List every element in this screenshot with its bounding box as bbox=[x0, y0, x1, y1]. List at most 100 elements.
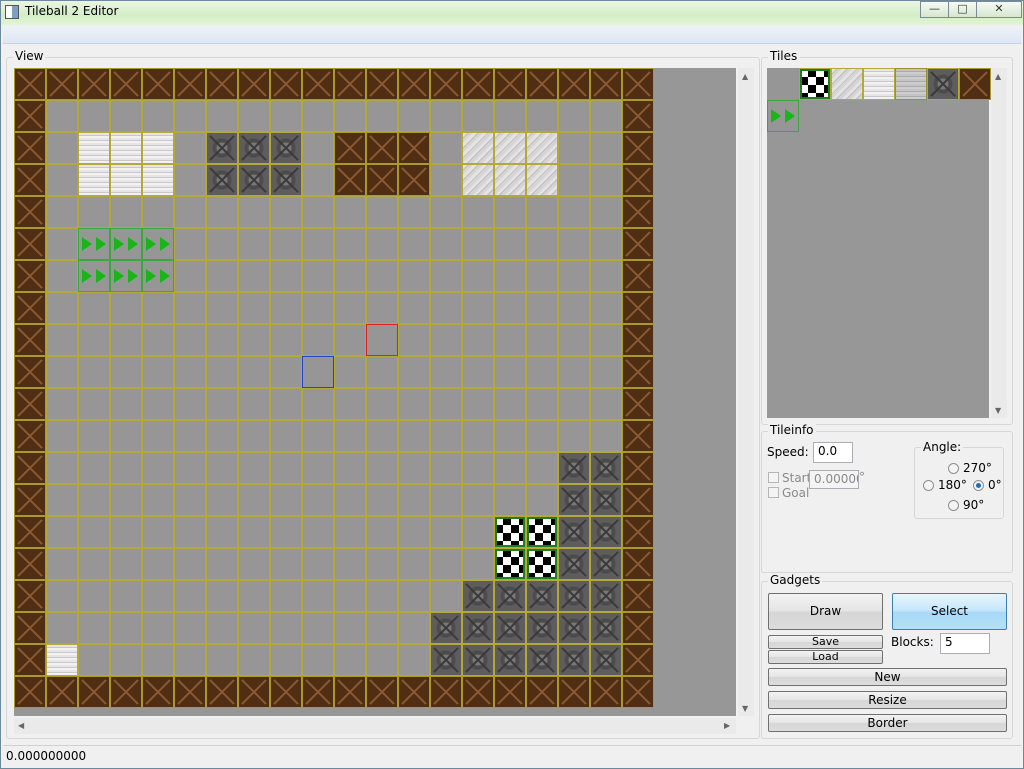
tile-empty[interactable] bbox=[334, 356, 366, 388]
tile-empty[interactable] bbox=[302, 548, 334, 580]
tile-wooden-crate[interactable] bbox=[494, 676, 526, 708]
tile-wooden-crate[interactable] bbox=[206, 676, 238, 708]
tile-wooden-crate[interactable] bbox=[622, 68, 654, 100]
tile-empty[interactable] bbox=[334, 260, 366, 292]
tile-empty[interactable] bbox=[302, 484, 334, 516]
tile-empty[interactable] bbox=[302, 260, 334, 292]
tile-empty[interactable] bbox=[238, 196, 270, 228]
tile-empty[interactable] bbox=[174, 164, 206, 196]
tile-empty[interactable] bbox=[78, 548, 110, 580]
scroll-left-icon[interactable]: ◀ bbox=[18, 721, 24, 730]
tile-empty[interactable] bbox=[110, 356, 142, 388]
tile-empty[interactable] bbox=[206, 100, 238, 132]
tile-empty[interactable] bbox=[206, 420, 238, 452]
tile-metal-block[interactable] bbox=[238, 164, 270, 196]
tile-empty[interactable] bbox=[270, 292, 302, 324]
tile-empty[interactable] bbox=[398, 356, 430, 388]
tile-empty[interactable] bbox=[302, 388, 334, 420]
tile-wooden-crate[interactable] bbox=[110, 68, 142, 100]
tile-checkered-goal[interactable] bbox=[494, 548, 526, 580]
tile-empty[interactable] bbox=[238, 100, 270, 132]
tile-empty[interactable] bbox=[366, 612, 398, 644]
tile-empty[interactable] bbox=[590, 356, 622, 388]
tile-empty[interactable] bbox=[494, 356, 526, 388]
border-button[interactable]: Border bbox=[768, 714, 1007, 732]
tile-empty[interactable] bbox=[174, 484, 206, 516]
tile-wooden-crate[interactable] bbox=[334, 68, 366, 100]
tile-wooden-crate[interactable] bbox=[14, 324, 46, 356]
tile-empty[interactable] bbox=[462, 484, 494, 516]
tile-wooden-crate[interactable] bbox=[622, 452, 654, 484]
tile-empty[interactable] bbox=[78, 388, 110, 420]
tile-empty[interactable] bbox=[238, 356, 270, 388]
tile-metal-block[interactable] bbox=[590, 484, 622, 516]
tile-empty[interactable] bbox=[430, 388, 462, 420]
tile-empty[interactable] bbox=[110, 516, 142, 548]
tile-empty[interactable] bbox=[206, 484, 238, 516]
tile-empty[interactable] bbox=[206, 388, 238, 420]
tile-wooden-crate[interactable] bbox=[622, 612, 654, 644]
tile-wooden-crate[interactable] bbox=[14, 388, 46, 420]
scroll-down-icon[interactable]: ▼ bbox=[995, 406, 1001, 415]
draw-button[interactable]: Draw bbox=[768, 593, 883, 630]
title-bar[interactable]: Tileball 2 Editor — □ ✕ bbox=[1, 1, 1023, 25]
tile-empty[interactable] bbox=[590, 164, 622, 196]
tile-empty[interactable] bbox=[238, 388, 270, 420]
tile-metal-block[interactable] bbox=[590, 452, 622, 484]
tile-empty[interactable] bbox=[590, 260, 622, 292]
angle-180-radio[interactable] bbox=[923, 480, 934, 491]
tile-slide-tile[interactable] bbox=[494, 164, 526, 196]
tile-wooden-crate[interactable] bbox=[14, 452, 46, 484]
tile-empty[interactable] bbox=[398, 100, 430, 132]
tile-metal-block[interactable] bbox=[270, 132, 302, 164]
tile-wooden-crate[interactable] bbox=[590, 68, 622, 100]
scroll-up-icon[interactable]: ▲ bbox=[742, 72, 748, 81]
tile-empty[interactable] bbox=[334, 420, 366, 452]
tile-empty[interactable] bbox=[430, 292, 462, 324]
tile-empty[interactable] bbox=[430, 452, 462, 484]
tile-empty[interactable] bbox=[334, 228, 366, 260]
angle-270-radio[interactable] bbox=[948, 463, 959, 474]
tile-empty[interactable] bbox=[462, 548, 494, 580]
tile-empty[interactable] bbox=[494, 388, 526, 420]
tile-wooden-crate[interactable] bbox=[526, 676, 558, 708]
tile-empty[interactable] bbox=[494, 100, 526, 132]
tile-empty[interactable] bbox=[334, 196, 366, 228]
tile-metal-block[interactable] bbox=[430, 612, 462, 644]
scroll-right-icon[interactable]: ▶ bbox=[724, 721, 730, 730]
tile-metal-block[interactable] bbox=[590, 548, 622, 580]
tile-wooden-crate[interactable] bbox=[110, 676, 142, 708]
tile-empty[interactable] bbox=[110, 644, 142, 676]
angle-90-radio[interactable] bbox=[948, 500, 959, 511]
tile-wooden-crate[interactable] bbox=[622, 388, 654, 420]
tile-wooden-crate[interactable] bbox=[526, 68, 558, 100]
tile-empty[interactable] bbox=[206, 612, 238, 644]
tile-empty[interactable] bbox=[78, 292, 110, 324]
tile-empty[interactable] bbox=[110, 580, 142, 612]
tile-checkered-goal[interactable] bbox=[526, 516, 558, 548]
palette-tile-ice[interactable] bbox=[863, 68, 895, 100]
tile-empty[interactable] bbox=[526, 420, 558, 452]
tile-wooden-crate[interactable] bbox=[14, 260, 46, 292]
tile-empty[interactable] bbox=[398, 644, 430, 676]
tile-empty[interactable] bbox=[430, 420, 462, 452]
tile-empty[interactable] bbox=[46, 164, 78, 196]
tile-empty[interactable] bbox=[46, 548, 78, 580]
tile-wooden-crate[interactable] bbox=[622, 292, 654, 324]
tile-wooden-crate[interactable] bbox=[14, 100, 46, 132]
tile-empty[interactable] bbox=[206, 260, 238, 292]
tile-empty[interactable] bbox=[110, 484, 142, 516]
tile-wooden-crate[interactable] bbox=[398, 132, 430, 164]
tile-empty[interactable] bbox=[206, 228, 238, 260]
palette-tile-empty[interactable] bbox=[767, 68, 799, 100]
goal-checkbox[interactable] bbox=[768, 487, 779, 498]
tile-empty[interactable] bbox=[142, 388, 174, 420]
tile-empty[interactable] bbox=[366, 388, 398, 420]
tile-empty[interactable] bbox=[462, 516, 494, 548]
tile-empty[interactable] bbox=[110, 292, 142, 324]
scroll-up-icon[interactable]: ▲ bbox=[995, 72, 1001, 81]
tile-wooden-crate[interactable] bbox=[622, 676, 654, 708]
tile-empty[interactable] bbox=[206, 292, 238, 324]
tile-empty[interactable] bbox=[46, 356, 78, 388]
speed-input[interactable]: 0.0 bbox=[813, 442, 853, 463]
